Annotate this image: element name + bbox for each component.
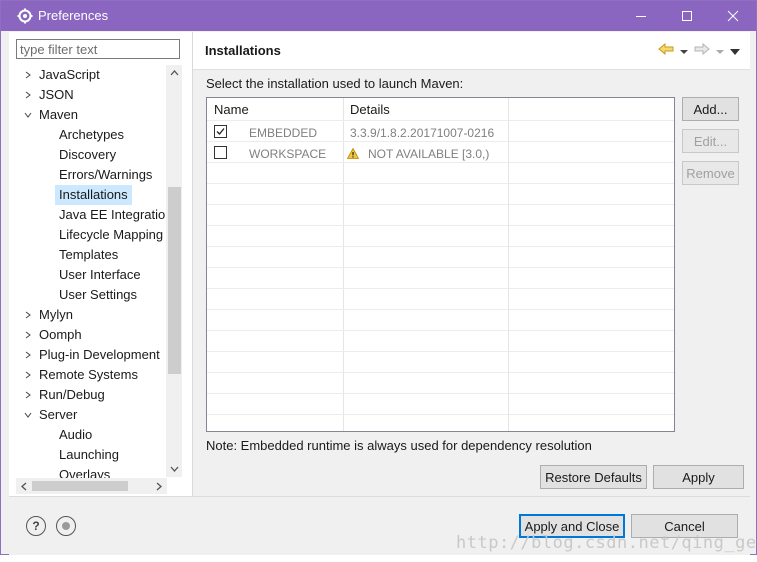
window-title: Preferences xyxy=(38,8,109,23)
tree-horizontal-scrollbar[interactable] xyxy=(16,478,167,494)
apply-button[interactable]: Apply xyxy=(653,465,744,489)
back-menu-icon[interactable] xyxy=(680,43,688,58)
tree-item-discovery[interactable]: Discovery xyxy=(59,145,116,165)
chevron-right-icon[interactable] xyxy=(23,365,33,385)
help-icon[interactable]: ? xyxy=(26,516,46,536)
tree-item-templates[interactable]: Templates xyxy=(59,245,118,265)
column-header-name[interactable]: Name xyxy=(214,102,249,117)
chevron-right-icon[interactable] xyxy=(23,65,33,85)
embedded-checkbox[interactable] xyxy=(214,125,227,138)
scroll-down-icon[interactable] xyxy=(166,461,182,477)
installations-page: Installations Select the installation us… xyxy=(193,32,750,496)
back-arrow-icon[interactable] xyxy=(658,42,674,58)
tree-item-remote-systems[interactable]: Remote Systems xyxy=(39,365,138,385)
table-header: Name Details xyxy=(207,98,674,120)
scroll-right-icon[interactable] xyxy=(151,478,167,494)
close-button[interactable] xyxy=(710,1,756,31)
scroll-up-icon[interactable] xyxy=(166,65,182,81)
column-divider xyxy=(508,98,509,431)
tree-item-user-interface[interactable]: User Interface xyxy=(59,265,141,285)
view-menu-icon[interactable] xyxy=(730,43,740,58)
chevron-right-icon[interactable] xyxy=(23,305,33,325)
maximize-button[interactable] xyxy=(664,1,710,31)
page-title: Installations xyxy=(205,43,281,58)
tree-item-lifecycle-mapping[interactable]: Lifecycle Mapping xyxy=(59,225,163,245)
edit-button[interactable]: Edit... xyxy=(682,129,739,153)
chevron-right-icon[interactable] xyxy=(23,345,33,365)
restore-defaults-button[interactable]: Restore Defaults xyxy=(540,465,647,489)
filter-input[interactable] xyxy=(16,39,180,59)
tree-item-javascript[interactable]: JavaScript xyxy=(39,65,100,85)
column-divider xyxy=(343,98,344,431)
installation-name[interactable]: EMBEDDED xyxy=(249,126,317,140)
tree-item-server[interactable]: Server xyxy=(39,405,77,425)
preferences-window: Preferences JavaScript JSON Maven Archet… xyxy=(0,0,757,555)
embedded-runtime-note: Note: Embedded runtime is always used fo… xyxy=(206,438,592,453)
remove-button[interactable]: Remove xyxy=(682,161,739,185)
preference-tree: JavaScript JSON Maven Archetypes Discove… xyxy=(9,65,167,478)
tree-item-errors-warnings[interactable]: Errors/Warnings xyxy=(59,165,152,185)
scrollbar-thumb[interactable] xyxy=(32,481,128,491)
title-bar: Preferences xyxy=(1,1,756,31)
chevron-right-icon[interactable] xyxy=(23,85,33,105)
chevron-down-icon[interactable] xyxy=(23,405,33,425)
eclipse-gear-icon xyxy=(17,8,33,27)
installations-table: Name Details EMBEDDED 3.3.9/1.8.2.201710… xyxy=(206,97,675,432)
minimize-button[interactable] xyxy=(618,1,664,31)
warning-icon xyxy=(346,147,360,162)
tree-item-archetypes[interactable]: Archetypes xyxy=(59,125,124,145)
chevron-right-icon[interactable] xyxy=(23,325,33,345)
page-navigation xyxy=(658,42,740,58)
installations-prompt: Select the installation used to launch M… xyxy=(206,76,464,91)
preference-tree-pane: JavaScript JSON Maven Archetypes Discove… xyxy=(9,32,193,496)
tree-item-user-settings[interactable]: User Settings xyxy=(59,285,137,305)
tree-item-maven[interactable]: Maven xyxy=(39,105,78,125)
installation-details: 3.3.9/1.8.2.20171007-0216 xyxy=(350,126,495,140)
scrollbar-thumb[interactable] xyxy=(168,187,181,374)
add-button[interactable]: Add... xyxy=(682,97,739,121)
watermark: http://blog.csdn.net/qing_gee xyxy=(456,533,757,553)
tree-vertical-scrollbar[interactable] xyxy=(166,65,182,477)
tree-item-audio[interactable]: Audio xyxy=(59,425,92,445)
installation-details: NOT AVAILABLE [3.0,) xyxy=(368,147,490,161)
tree-item-launching[interactable]: Launching xyxy=(59,445,119,465)
workspace-checkbox[interactable] xyxy=(214,146,227,159)
tree-item-oomph[interactable]: Oomph xyxy=(39,325,82,345)
installation-name[interactable]: WORKSPACE xyxy=(249,147,326,161)
import-export-icon[interactable] xyxy=(56,516,76,536)
tree-item-overlays[interactable]: Overlays xyxy=(59,465,110,478)
tree-item-installations[interactable]: Installations xyxy=(55,185,132,205)
chevron-right-icon[interactable] xyxy=(23,385,33,405)
chevron-down-icon[interactable] xyxy=(23,105,33,125)
tree-item-json[interactable]: JSON xyxy=(39,85,74,105)
forward-arrow-icon[interactable] xyxy=(694,42,710,58)
tree-item-plugin-development[interactable]: Plug-in Development xyxy=(39,345,160,365)
tree-item-run-debug[interactable]: Run/Debug xyxy=(39,385,105,405)
forward-menu-icon[interactable] xyxy=(716,43,724,58)
tree-item-mylyn[interactable]: Mylyn xyxy=(39,305,73,325)
column-header-details[interactable]: Details xyxy=(350,102,390,117)
page-header: Installations xyxy=(193,32,750,70)
scroll-left-icon[interactable] xyxy=(16,478,32,494)
tree-item-java-ee-integration[interactable]: Java EE Integration xyxy=(59,205,167,225)
